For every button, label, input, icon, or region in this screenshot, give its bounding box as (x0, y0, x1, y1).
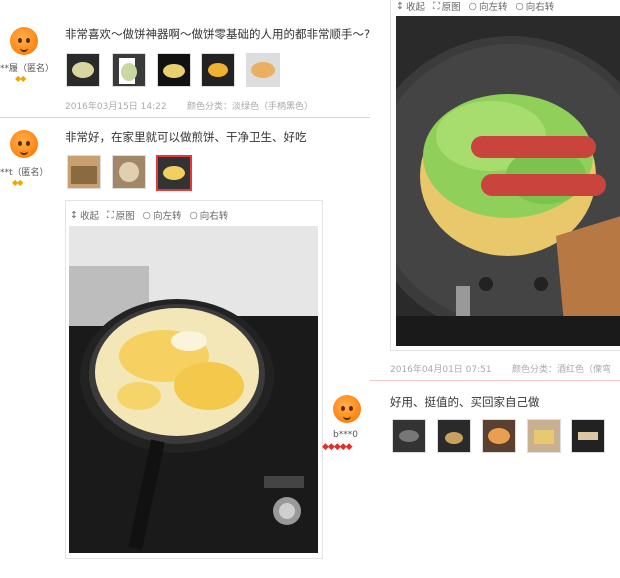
rotate-right-button[interactable]: ○ 向右转 (515, 0, 554, 14)
review-text: 非常喜欢～做饼神器啊～做饼零基础的人用的都非常顺手～? (65, 27, 371, 41)
pancake-image-icon (119, 58, 137, 84)
food-image-icon (399, 430, 419, 442)
review-photo-thumbnail[interactable] (482, 419, 516, 453)
color-variant: 颜色分类：淡绿色（手柄黑色） (187, 102, 314, 112)
rotate-left-button[interactable]: ○ 向左转 (142, 208, 182, 223)
original-image-button[interactable]: ⛶ 原图 (106, 208, 135, 223)
review-photo-thumbnail[interactable] (437, 419, 471, 453)
review-photo-thumbnail[interactable] (112, 155, 146, 189)
username: b***0 (333, 430, 358, 440)
avatar[interactable] (330, 393, 364, 427)
avatar-face-icon (10, 27, 38, 55)
rotate-left-icon: ○ (468, 0, 477, 12)
photo-viewer: ↕ 收起 ⛶ 原图 ○ 向左转 ○ 向右转 (390, 0, 620, 351)
large-review-photo (396, 16, 620, 346)
review-photo-thumbnail[interactable] (527, 419, 561, 453)
avatar-face-icon (333, 395, 361, 423)
review-photo-thumbnail[interactable] (201, 53, 235, 87)
review-photo-thumbnail-selected[interactable] (156, 155, 192, 191)
username: **t（匿名） (0, 168, 49, 178)
large-review-photo (69, 226, 318, 553)
user-level-badge: ◆◆ (12, 178, 23, 187)
rotate-right-icon: ○ (515, 0, 524, 12)
pancake-image-icon (208, 63, 228, 77)
food-image-icon (578, 432, 598, 440)
review-photo-thumbnail[interactable] (392, 419, 426, 453)
expand-icon: ⛶ (106, 209, 114, 221)
pancake-image-icon (72, 62, 94, 78)
review-photo-thumbnail[interactable] (67, 155, 101, 189)
review-photo-thumbnail[interactable] (66, 53, 100, 87)
rotate-left-button[interactable]: ○ 向左转 (468, 0, 508, 14)
collapse-button[interactable]: ↕ 收起 (70, 208, 99, 223)
review-divider (0, 117, 370, 118)
review-photo-thumbnail[interactable] (571, 419, 605, 453)
review-divider (370, 380, 620, 381)
review-photo-thumbnail[interactable] (157, 53, 191, 87)
food-image-icon (119, 162, 139, 182)
collapse-button[interactable]: ↕ 收起 (396, 0, 425, 14)
review-photo-thumbnail[interactable] (112, 53, 146, 87)
user-level-badge: ◆◆ (15, 74, 26, 83)
food-image-icon (71, 166, 97, 184)
rotate-right-button[interactable]: ○ 向右转 (189, 208, 228, 223)
collapse-icon: ↕ (70, 209, 78, 221)
review-date: 2016年04月01日 07:51 (390, 365, 492, 375)
pancake-image-icon (163, 64, 185, 78)
user-level-badge: ◆◆◆◆◆ (322, 442, 353, 452)
avatar[interactable] (7, 25, 41, 59)
avatar-face-icon (10, 130, 38, 158)
photo-toolbar: ↕ 收起 ⛶ 原图 ○ 向左转 ○ 向右转 (396, 0, 554, 14)
food-image-icon (163, 166, 185, 180)
food-image-icon (534, 430, 554, 444)
review-date: 2016年03月15日 14:22 (65, 102, 167, 112)
expand-icon: ⛶ (432, 0, 440, 12)
food-image-icon (445, 432, 463, 444)
review-text: 好用、挺值的、买回家自己做 (390, 395, 540, 409)
rotate-left-icon: ○ (142, 209, 151, 221)
photo-viewer: ↕ 收起 ⛶ 原图 ○ 向左转 ○ 向右转 (65, 200, 323, 559)
review-text: 非常好，在家里就可以做煎饼、干净卫生、好吃 (65, 130, 307, 144)
photo-toolbar: ↕ 收起 ⛶ 原图 ○ 向左转 ○ 向右转 (70, 208, 228, 223)
pancake-image-icon (251, 62, 275, 78)
original-image-button[interactable]: ⛶ 原图 (432, 0, 461, 14)
collapse-icon: ↕ (396, 0, 404, 12)
rotate-right-icon: ○ (189, 209, 198, 221)
color-variant: 颜色分类：酒红色（傈弯 (512, 365, 612, 375)
food-image-icon (488, 428, 510, 444)
avatar[interactable] (7, 128, 41, 162)
username: **履（匿名） (0, 64, 55, 74)
review-photo-thumbnail[interactable] (246, 53, 280, 87)
